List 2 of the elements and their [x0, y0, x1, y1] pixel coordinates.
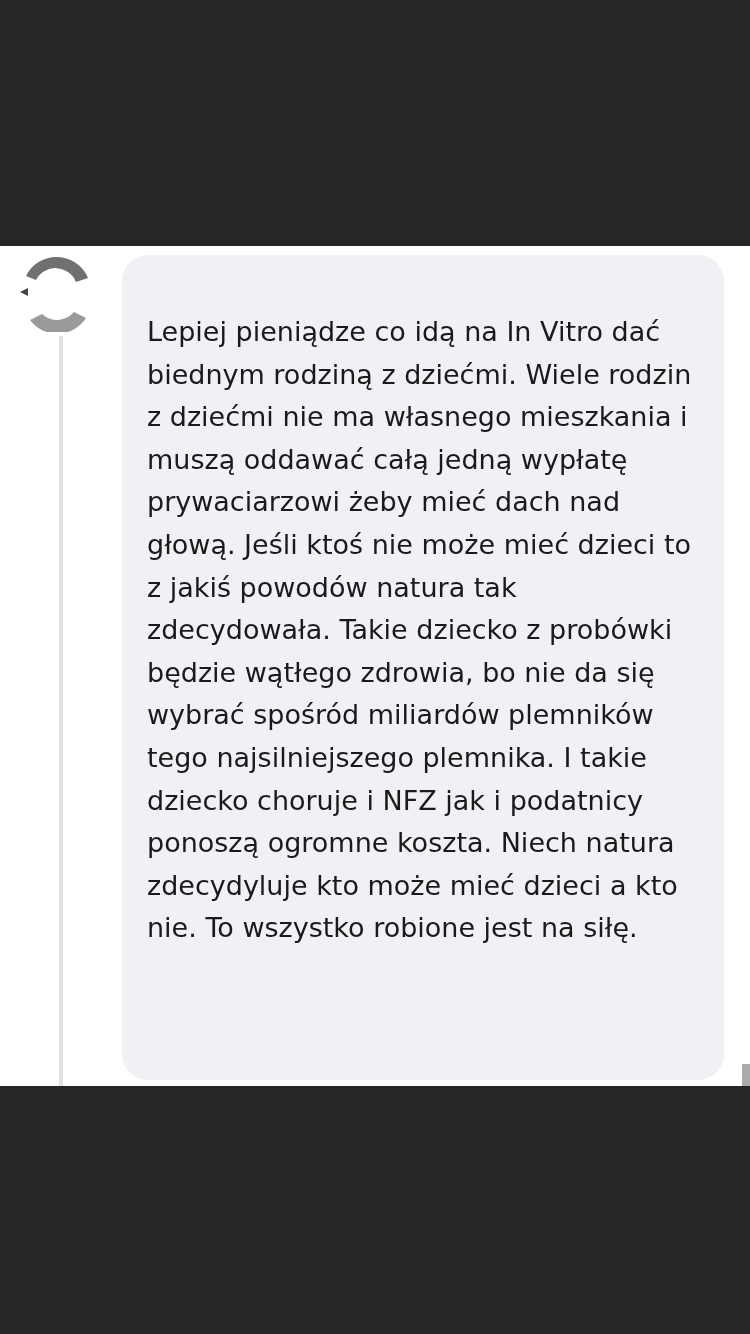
- scrollbar: [742, 1064, 750, 1086]
- comment-text: Lepiej pieniądze co idą na In Vitro dać biednym rodziną z dziećmi. Wiele rodzin z dziećmi nie ma własnego mieszkania i muszą oddawać całą jedną wypłatę prywaciarzowi żeby mieć dach nad głową. Jeśli ktoś nie może mieć dzieci to z jakiś powodów natura tak zdecydowała. Takie dziecko z probówki będzie wątłego zdrowia, bo nie da się wybrać spośród miliardów plemników tego najsilniejszego plemnika. I takie dziecko choruje i NFZ jak i podatnicy ponoszą ogromne koszta. Niech natura zdecydyluje kto może mieć dzieci a kto nie. To wszystko robione jest na siłę.: [147, 315, 693, 946]
